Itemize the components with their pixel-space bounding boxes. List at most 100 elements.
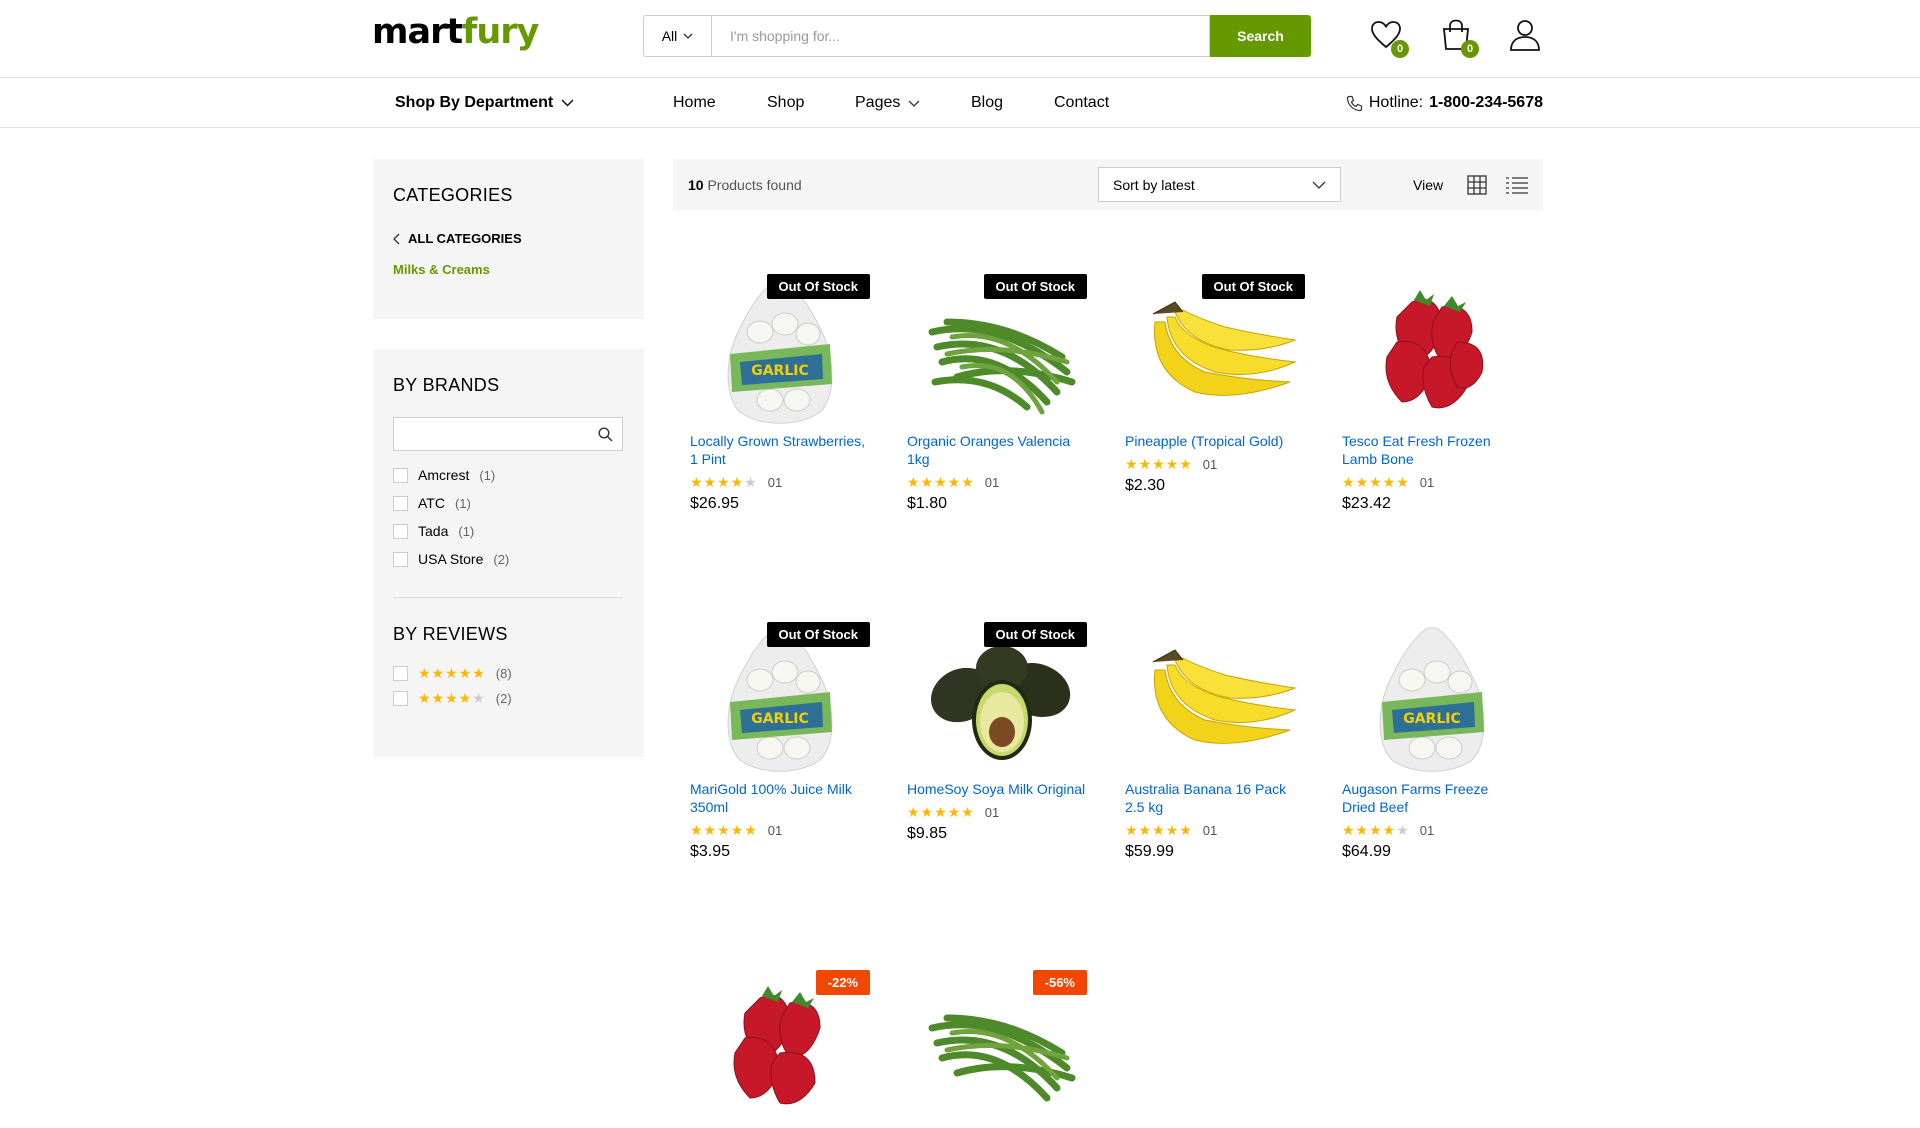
star-rating-5: ★★★★★ xyxy=(1125,822,1193,838)
nav-link-shop[interactable]: Shop xyxy=(767,94,855,112)
brand-name: USA Store xyxy=(418,551,484,567)
product-thumbnail[interactable]: GARLIC xyxy=(1342,610,1522,780)
product-price: $9.85 xyxy=(907,825,948,842)
review-count: 01 xyxy=(1419,823,1435,838)
product-thumbnail[interactable]: -22% xyxy=(690,958,870,1128)
logo-text-fury: fury xyxy=(462,12,539,52)
product-rating: ★★★★★ 01 xyxy=(907,804,1087,821)
review-count: (8) xyxy=(495,666,512,681)
star-rating-5: ★★★★★ xyxy=(907,474,975,490)
product-name[interactable]: Pineapple (Tropical Gold) xyxy=(1125,432,1305,450)
list-view-icon[interactable] xyxy=(1505,176,1529,194)
product-card[interactable]: GARLIC Augason Farms Freeze Dried Beef ★… xyxy=(1342,610,1522,861)
product-card[interactable]: Tesco Eat Fresh Frozen Lamb Bone ★★★★★ 01… xyxy=(1342,262,1522,513)
logo-text-mart: mart xyxy=(372,12,463,52)
product-card[interactable]: Australia Banana 16 Pack 2.5 kg ★★★★★ 01 … xyxy=(1125,610,1305,861)
product-thumbnail[interactable]: -56% xyxy=(907,958,1087,1128)
nav-link-pages[interactable]: Pages xyxy=(855,94,971,112)
search-input[interactable]: I'm shopping for... xyxy=(711,15,1210,57)
product-name[interactable]: Tesco Eat Fresh Frozen Lamb Bone xyxy=(1342,432,1522,468)
product-thumbnail[interactable] xyxy=(1342,262,1522,432)
brand-name: Tada xyxy=(418,523,449,539)
product-name[interactable]: Locally Grown Strawberries, 1 Pint xyxy=(690,432,870,468)
checkbox[interactable] xyxy=(393,691,408,706)
star-rating-5: ★★★★★ xyxy=(1342,474,1410,490)
checkbox[interactable] xyxy=(393,551,408,567)
cart-count-badge: 0 xyxy=(1461,40,1479,58)
review-count: 01 xyxy=(984,805,1000,820)
wishlist-button[interactable]: 0 xyxy=(1369,18,1409,58)
category-milks-creams[interactable]: Milks & Creams xyxy=(393,262,624,277)
brand-filter-atc[interactable]: ATC (1) xyxy=(393,489,624,517)
product-rating: ★★★★★ 01 xyxy=(1125,456,1305,473)
product-thumbnail[interactable]: GARLIC Out Of Stock xyxy=(690,262,870,432)
products-count: 10 xyxy=(688,177,704,193)
product-name[interactable]: Augason Farms Freeze Dried Beef xyxy=(1342,780,1522,816)
product-price: $64.99 xyxy=(1342,843,1391,860)
discount-badge: -56% xyxy=(1032,970,1087,995)
product-price: $1.80 xyxy=(907,495,948,512)
review-count: 01 xyxy=(1419,475,1435,490)
nav-link-contact[interactable]: Contact xyxy=(1054,94,1109,112)
product-card[interactable]: Out Of Stock Organic Oranges Valencia 1k… xyxy=(907,262,1087,513)
review-filter-5-stars[interactable]: ★★★★★ (8) xyxy=(393,661,624,686)
product-price: $59.99 xyxy=(1125,843,1174,860)
out-of-stock-badge: Out Of Stock xyxy=(1201,274,1305,299)
checkbox[interactable] xyxy=(393,523,408,539)
checkbox[interactable] xyxy=(393,467,408,483)
product-card[interactable]: -56% xyxy=(907,958,1087,1128)
grid-view-icon[interactable] xyxy=(1467,175,1487,195)
hotline-number[interactable]: 1-800-234-5678 xyxy=(1429,94,1543,112)
checkbox[interactable] xyxy=(393,666,408,681)
view-label: View xyxy=(1413,177,1444,193)
search-button[interactable]: Search xyxy=(1210,15,1311,57)
account-button[interactable] xyxy=(1508,18,1542,52)
checkbox[interactable] xyxy=(393,495,408,511)
review-count: 01 xyxy=(1202,457,1218,472)
star-rating-5: ★★★★★ xyxy=(907,804,975,820)
brand-filter-tada[interactable]: Tada (1) xyxy=(393,517,624,545)
product-thumbnail[interactable]: Out Of Stock xyxy=(907,610,1087,780)
nav-links: Home Shop Pages Blog Contact xyxy=(673,94,1109,112)
product-name[interactable]: HomeSoy Soya Milk Original xyxy=(907,780,1087,798)
brand-search-input[interactable] xyxy=(393,417,623,451)
reviews-title: BY REVIEWS xyxy=(393,624,508,644)
product-card[interactable]: GARLIC Out Of Stock MariGold 100% Juice … xyxy=(690,610,870,861)
product-name[interactable]: Australia Banana 16 Pack 2.5 kg xyxy=(1125,780,1305,816)
product-price: $2.30 xyxy=(1125,477,1166,494)
brand-count: (1) xyxy=(479,467,496,483)
product-card[interactable]: GARLIC Out Of Stock Locally Grown Strawb… xyxy=(690,262,870,513)
all-categories-link[interactable]: ALL CATEGORIES xyxy=(393,231,624,246)
product-thumbnail[interactable] xyxy=(1125,610,1305,780)
shop-by-department-menu[interactable]: Shop By Department xyxy=(395,94,574,112)
product-price: $26.95 xyxy=(690,495,739,512)
product-thumbnail[interactable]: GARLIC Out Of Stock xyxy=(690,610,870,780)
cart-button[interactable]: 0 xyxy=(1439,18,1479,58)
brand-filter-usa-store[interactable]: USA Store (2) xyxy=(393,545,624,573)
star-rating-5: ★★★★★ xyxy=(418,665,486,681)
brand-count: (1) xyxy=(454,495,471,511)
product-thumbnail[interactable]: Out Of Stock xyxy=(1125,262,1305,432)
nav-link-home[interactable]: Home xyxy=(673,94,767,112)
sort-select[interactable]: Sort by latest xyxy=(1098,167,1341,202)
site-logo[interactable]: martfury xyxy=(372,12,539,52)
nav-link-blog[interactable]: Blog xyxy=(971,94,1054,112)
search-category-select[interactable]: All xyxy=(643,15,711,57)
product-card[interactable]: Out Of Stock Pineapple (Tropical Gold) ★… xyxy=(1125,262,1305,495)
review-filter-4-stars[interactable]: ★★★★★ (2) xyxy=(393,686,624,711)
brands-title: BY BRANDS xyxy=(393,375,500,395)
star-rating-4: ★★★★★ xyxy=(1342,822,1410,838)
product-rating: ★★★★★ 01 xyxy=(1342,822,1522,839)
search-bar: All I'm shopping for... Search xyxy=(643,15,1311,57)
product-thumbnail[interactable]: Out Of Stock xyxy=(907,262,1087,432)
products-found-label: Products found xyxy=(707,177,802,193)
product-card[interactable]: Out Of Stock HomeSoy Soya Milk Original … xyxy=(907,610,1087,843)
review-list: ★★★★★ (8) ★★★★★ (2) xyxy=(393,661,624,711)
phone-icon xyxy=(1346,95,1362,111)
product-name[interactable]: MariGold 100% Juice Milk 350ml xyxy=(690,780,870,816)
svg-text:GARLIC: GARLIC xyxy=(751,363,809,379)
product-name[interactable]: Organic Oranges Valencia 1kg xyxy=(907,432,1087,468)
search-icon xyxy=(598,427,613,442)
brand-filter-amcrest[interactable]: Amcrest (1) xyxy=(393,461,624,489)
product-card[interactable]: -22% xyxy=(690,958,870,1128)
